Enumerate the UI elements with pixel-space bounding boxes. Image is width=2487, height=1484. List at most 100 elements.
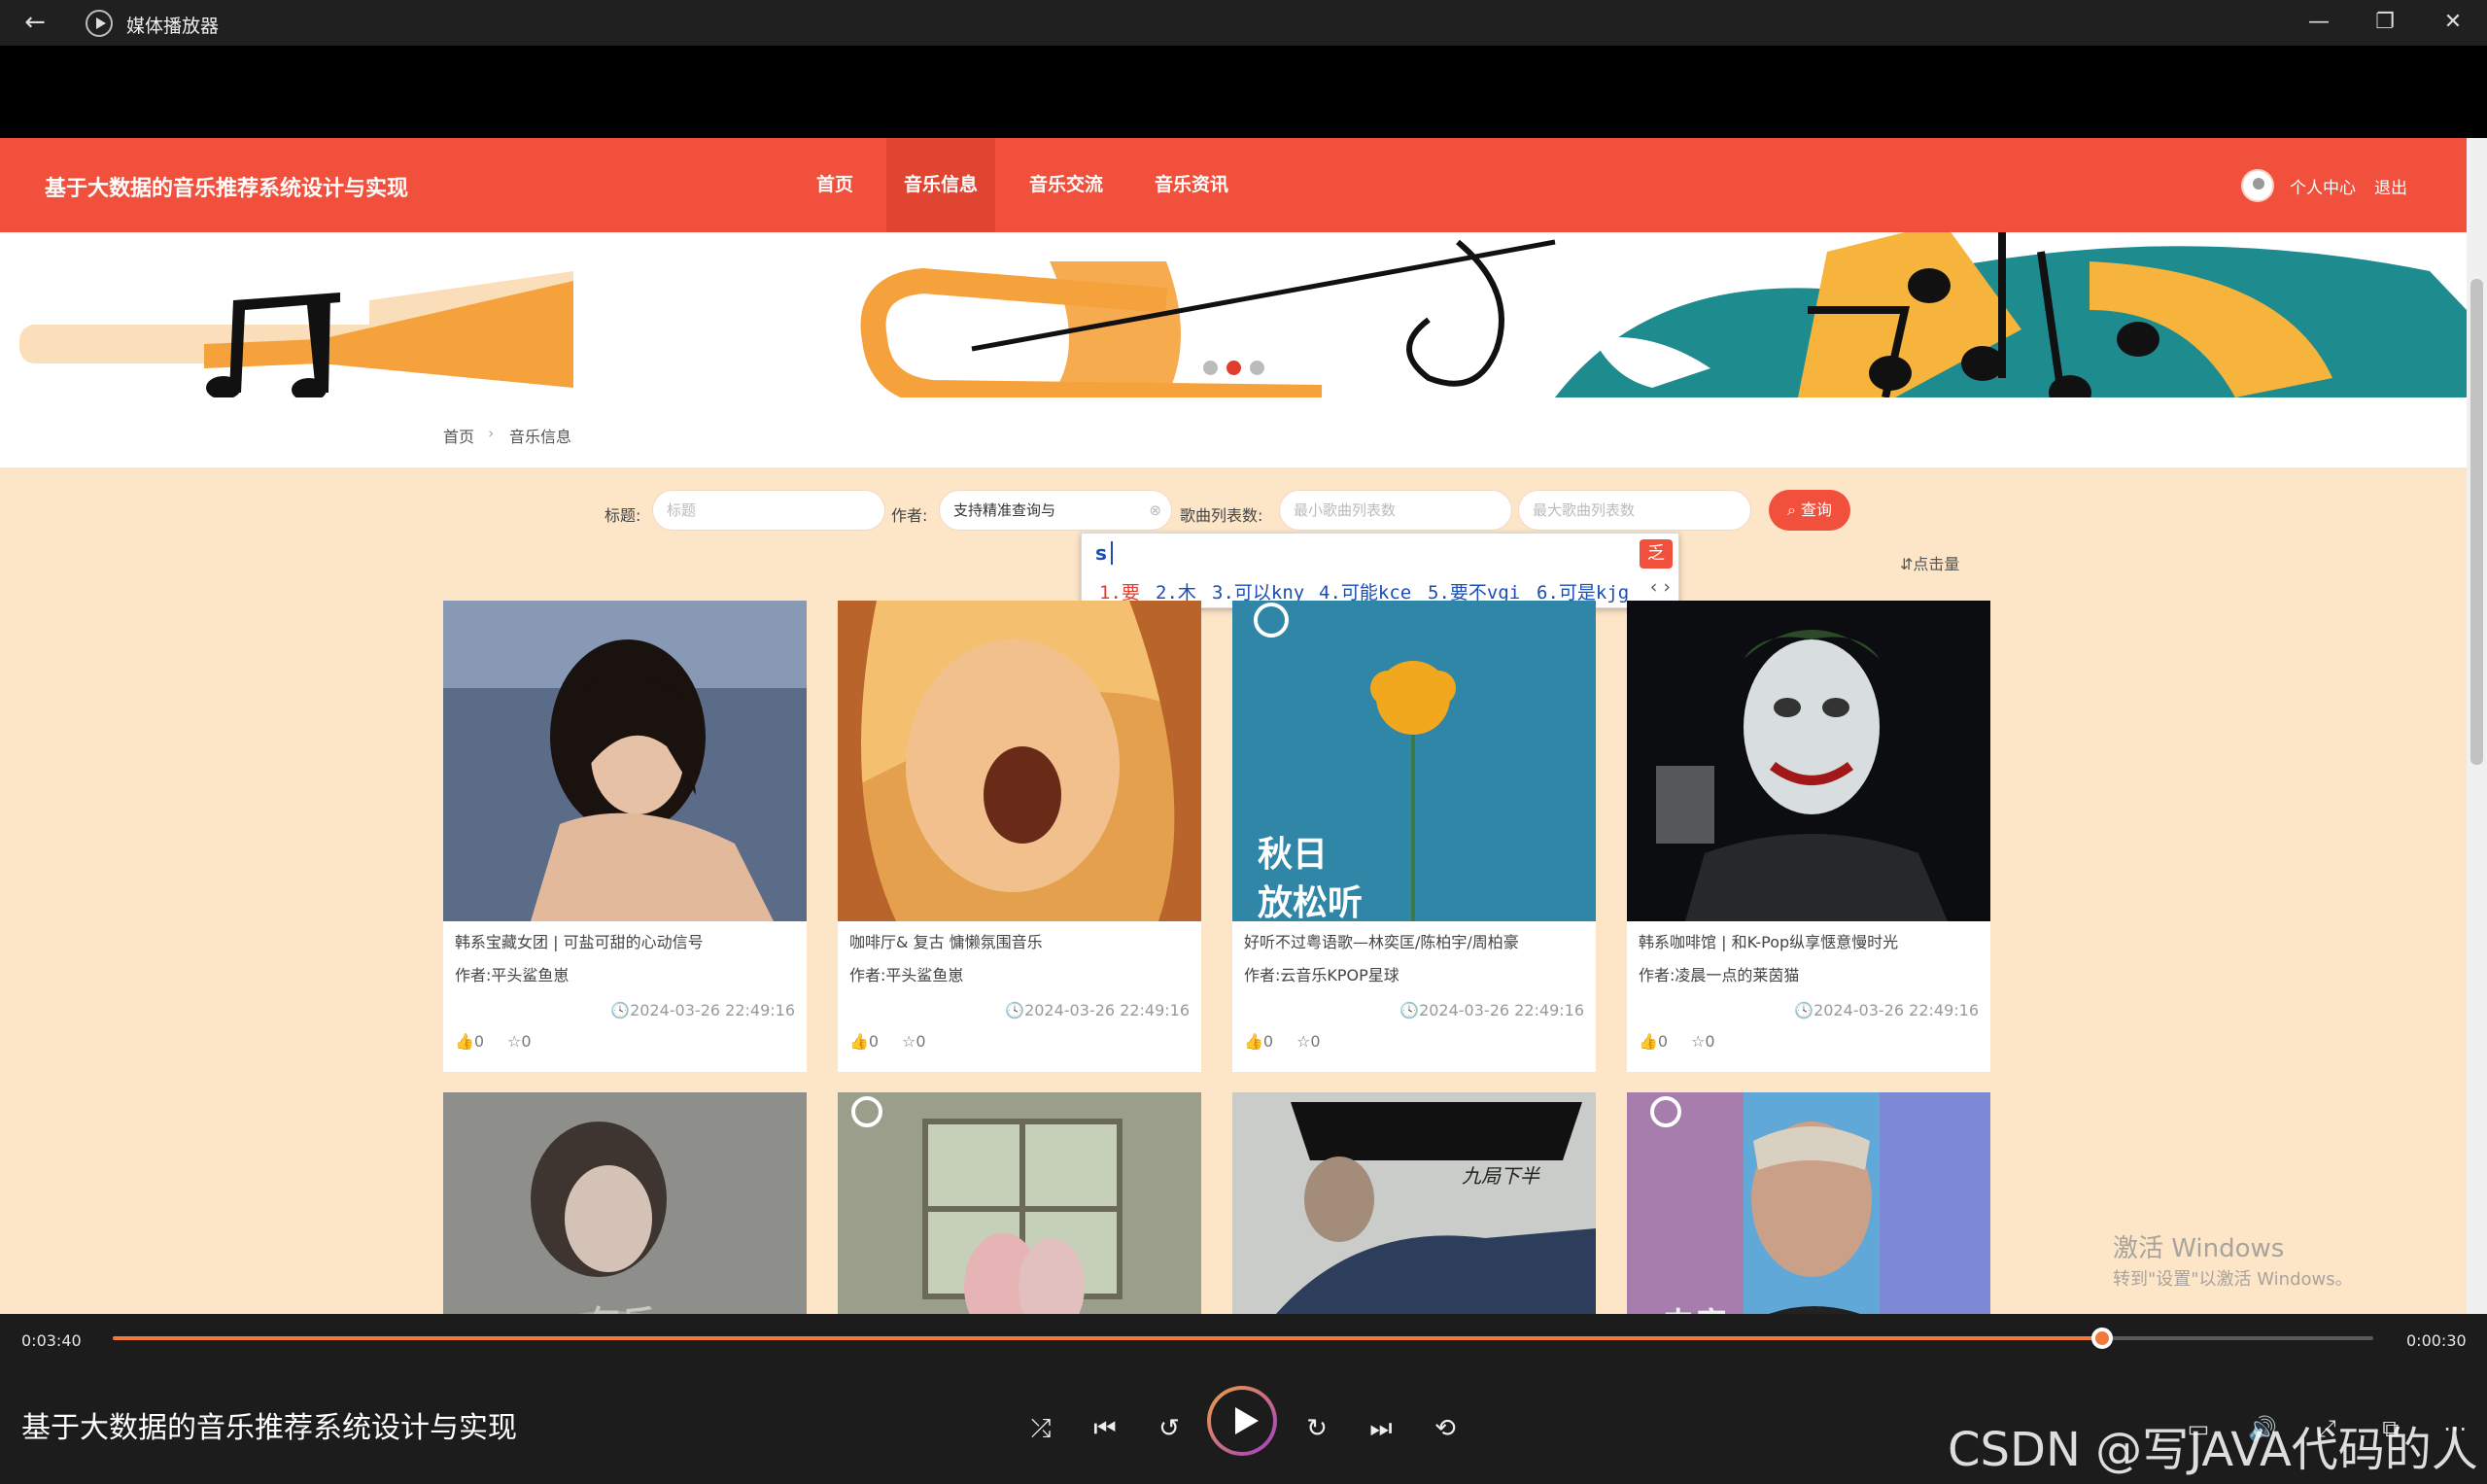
seek-bar[interactable] <box>113 1328 2373 1349</box>
cover-text-line2: 放松听 <box>1258 883 1364 921</box>
shuffle-icon[interactable]: ⤮ <box>1017 1411 1065 1446</box>
min-count-input[interactable]: 最小歌曲列表数 <box>1279 490 1512 531</box>
ime-caret <box>1111 541 1113 565</box>
title-input[interactable]: 标题 <box>652 490 885 531</box>
music-card[interactable] <box>838 1092 1201 1343</box>
music-card-title[interactable]: 咖啡厅& 复古 慵懒氛围音乐 <box>849 929 1192 952</box>
ime-candidate-popup: s 乏 1.要 2.木 3.可以kny 4.可能kce 5.要不vgi 6.可是… <box>1081 533 1679 608</box>
music-card[interactable]: 午后 <box>443 1092 807 1343</box>
logout-link[interactable]: 退出 <box>2374 174 2407 198</box>
music-card-author: 作者:云音乐KPOP星球 <box>1244 966 1399 984</box>
search-icon: ⌕ <box>1786 500 1802 519</box>
window-titlebar: ← 媒体播放器 — ❐ ✕ <box>0 0 2487 46</box>
play-icon <box>1211 1390 1273 1452</box>
web-viewport: 基于大数据的音乐推荐系统设计与实现 首页 音乐信息 音乐交流 音乐资讯 个人中心… <box>0 138 2487 1343</box>
activate-windows-watermark: 激活 Windows <box>2113 1234 2285 1263</box>
seek-bar-handle[interactable] <box>2090 1328 2113 1349</box>
user-avatar[interactable] <box>2241 169 2274 202</box>
author-input[interactable]: 支持精准查询与 ⊗ <box>939 490 1172 531</box>
music-card-date: 🕓2024-03-26 22:49:16 <box>610 1001 795 1019</box>
carousel-dot-1[interactable] <box>1203 361 1218 375</box>
search-button[interactable]: ⌕ 查询 <box>1769 490 1850 531</box>
music-card-date: 🕓2024-03-26 22:49:16 <box>1399 1001 1584 1019</box>
music-card-cover[interactable] <box>1232 1092 1596 1343</box>
like-count[interactable]: 👍0 <box>1244 1032 1273 1051</box>
play-button[interactable] <box>1207 1386 1277 1456</box>
ime-typed-text: s <box>1095 541 1107 565</box>
cover-text: 九局下半 <box>1462 1164 1539 1188</box>
music-card[interactable]: 咖啡厅& 复古 慵懒氛围音乐 作者:平头鲨鱼崽 🕓2024-03-26 22:4… <box>838 601 1201 1072</box>
music-card-title[interactable]: 韩系宝藏女团 | 可盐可甜的心动信号 <box>455 929 797 952</box>
music-card-cover[interactable]: 秋日 放松听 <box>1232 601 1596 921</box>
title-label: 标题: <box>604 506 641 525</box>
music-card-title[interactable]: 好听不过粤语歌—林奕匡/陈柏宇/周柏豪 <box>1244 929 1586 952</box>
back-arrow-icon[interactable]: ← <box>17 8 52 37</box>
music-card[interactable]: 电音 <box>1627 1092 1990 1343</box>
song-count-label: 歌曲列表数: <box>1180 506 1263 525</box>
media-player-app-icon <box>86 10 113 37</box>
favorite-count[interactable]: ☆0 <box>507 1032 532 1051</box>
like-count[interactable]: 👍0 <box>1639 1032 1668 1051</box>
breadcrumb-home[interactable]: 首页 <box>443 424 474 447</box>
music-card-cover[interactable] <box>1627 601 1990 921</box>
remaining-time: 0:00:30 <box>2406 1331 2467 1350</box>
ime-page-arrows[interactable]: ‹ › <box>1650 576 1671 598</box>
music-card-date: 🕓2024-03-26 22:49:16 <box>1005 1001 1190 1019</box>
user-center-link[interactable]: 个人中心 <box>2290 174 2356 198</box>
favorite-count[interactable]: ☆0 <box>902 1032 926 1051</box>
nav-home[interactable]: 首页 <box>799 138 871 232</box>
music-card-cover[interactable] <box>838 601 1201 921</box>
sort-by-clicks[interactable]: ⇵点击量 <box>1900 551 1959 574</box>
music-card-cover[interactable] <box>443 601 807 921</box>
music-card-cover[interactable] <box>838 1092 1201 1343</box>
close-button[interactable]: ✕ <box>2424 6 2482 39</box>
scrollbar-thumb[interactable] <box>2470 279 2483 765</box>
carousel-dot-2[interactable] <box>1226 361 1241 375</box>
music-card[interactable]: 韩系咖啡馆 | 和K-Pop纵享惬意慢时光 作者:凌晨一点的莱茵猫 🕓2024-… <box>1627 601 1990 1072</box>
author-label: 作者: <box>891 506 928 525</box>
next-track-icon[interactable]: ⏭ <box>1357 1411 1405 1446</box>
repeat-icon[interactable]: ⟲ <box>1421 1411 1469 1446</box>
music-banner-carousel[interactable] <box>0 232 2467 397</box>
favorite-count[interactable]: ☆0 <box>1691 1032 1715 1051</box>
elapsed-time: 0:03:40 <box>21 1331 82 1350</box>
seek-bar-progress <box>113 1336 2102 1340</box>
breadcrumb-current: 音乐信息 <box>509 428 572 446</box>
nav-music-news[interactable]: 音乐资讯 <box>1137 138 1246 232</box>
forward-30s-icon[interactable]: ↻ <box>1293 1411 1341 1446</box>
music-card-author: 作者:平头鲨鱼崽 <box>849 966 964 984</box>
restore-button[interactable]: ❐ <box>2356 6 2414 39</box>
nav-music-exchange[interactable]: 音乐交流 <box>1012 138 1121 232</box>
rewind-10s-icon[interactable]: ↺ <box>1145 1411 1193 1446</box>
sort-by-clicks-label: 点击量 <box>1913 555 1960 573</box>
like-count[interactable]: 👍0 <box>455 1032 484 1051</box>
minimize-button[interactable]: — <box>2290 6 2348 39</box>
breadcrumb: 首页 › 音乐信息 <box>0 397 2467 467</box>
search-button-label: 查询 <box>1801 500 1833 519</box>
previous-track-icon[interactable]: ⏮ <box>1081 1411 1129 1446</box>
breadcrumb-separator: › <box>488 424 495 442</box>
activate-windows-hint: 转到"设置"以激活 Windows。 <box>2113 1269 2353 1290</box>
max-count-input[interactable]: 最大歌曲列表数 <box>1518 490 1751 531</box>
site-brand[interactable]: 基于大数据的音乐推荐系统设计与实现 <box>45 171 408 202</box>
like-count[interactable]: 👍0 <box>849 1032 879 1051</box>
author-input-value: 支持精准查询与 <box>953 501 1056 519</box>
music-card[interactable]: 九局下半 <box>1232 1092 1596 1343</box>
music-card-title[interactable]: 韩系咖啡馆 | 和K-Pop纵享惬意慢时光 <box>1639 929 1981 952</box>
music-card-author: 作者:凌晨一点的莱茵猫 <box>1639 966 1800 984</box>
favorite-count[interactable]: ☆0 <box>1296 1032 1321 1051</box>
music-card-date: 🕓2024-03-26 22:49:16 <box>1794 1001 1979 1019</box>
clear-input-icon[interactable]: ⊗ <box>1149 491 1161 530</box>
window-title: 媒体播放器 <box>126 16 220 37</box>
music-card[interactable]: 秋日 放松听 好听不过粤语歌—林奕匡/陈柏宇/周柏豪 作者:云音乐KPOP星球 … <box>1232 601 1596 1072</box>
ime-logo-icon[interactable]: 乏 <box>1640 539 1673 569</box>
csdn-watermark: CSDN @写JAVA代码的人 <box>1948 1423 2478 1477</box>
now-playing-title: 基于大数据的音乐推荐系统设计与实现 <box>21 1411 517 1445</box>
music-card[interactable]: 韩系宝藏女团 | 可盐可甜的心动信号 作者:平头鲨鱼崽 🕓2024-03-26 … <box>443 601 807 1072</box>
page-scrollbar[interactable] <box>2467 138 2487 1343</box>
nav-music-info[interactable]: 音乐信息 <box>886 138 996 232</box>
music-card-author: 作者:平头鲨鱼崽 <box>455 966 570 984</box>
carousel-dot-3[interactable] <box>1250 361 1264 375</box>
cover-text-line1: 秋日 <box>1258 835 1329 875</box>
sort-icon: ⇵ <box>1900 555 1914 573</box>
